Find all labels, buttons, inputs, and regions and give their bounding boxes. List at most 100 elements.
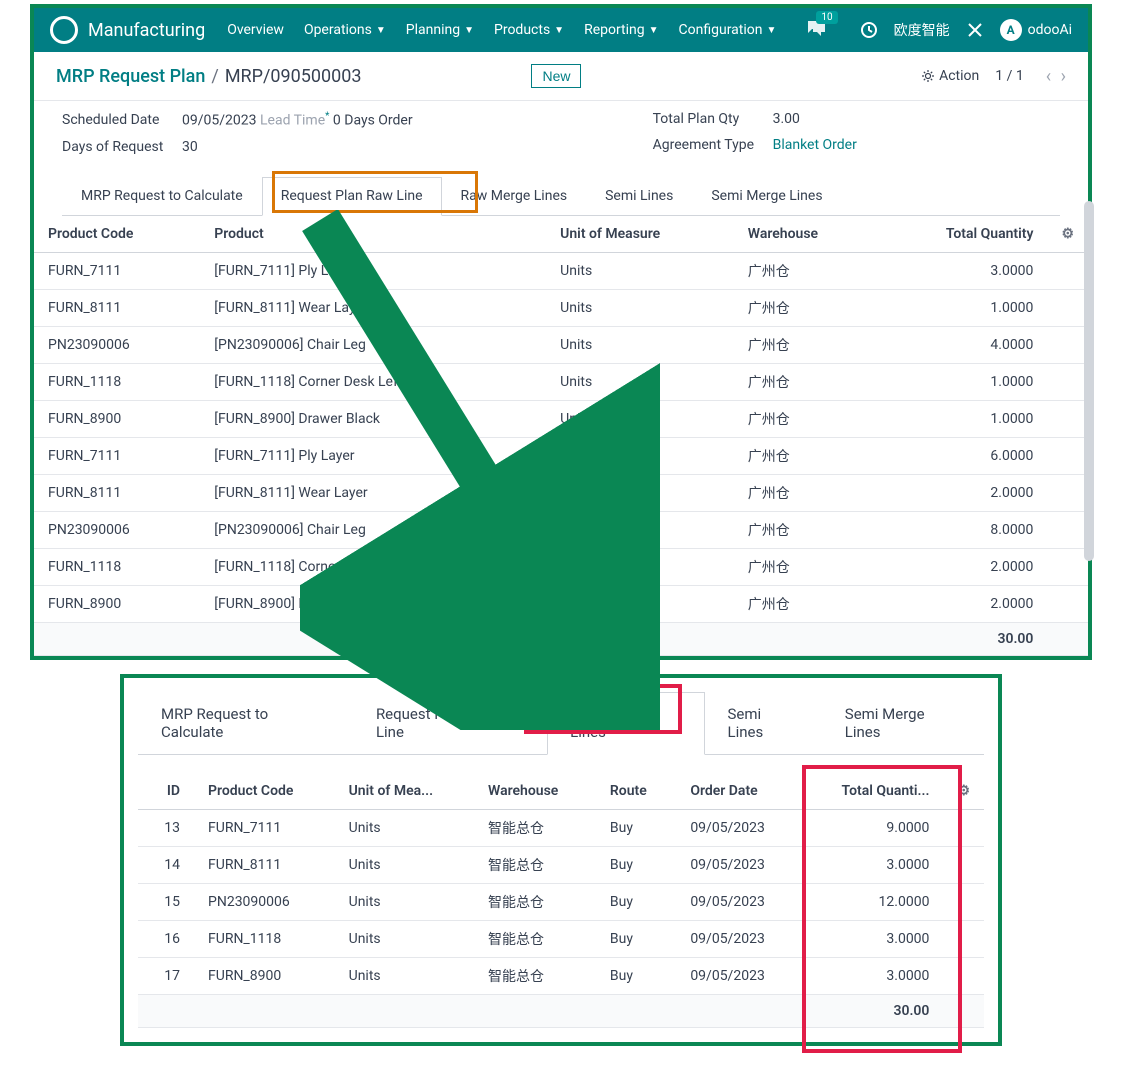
nav-reporting-label: Reporting xyxy=(584,22,645,38)
table-row[interactable]: FURN_8900 [FURN_8900] Drawer Black Units… xyxy=(34,400,1088,437)
pager-next[interactable]: › xyxy=(1061,66,1066,87)
col-product-code[interactable]: Product Code xyxy=(34,216,200,253)
tab2-mrp-request-calculate[interactable]: MRP Request to Calculate xyxy=(138,692,353,754)
table-row[interactable]: FURN_8900 [FURN_8900] Drawer Black Un 广州… xyxy=(34,585,1088,622)
cell-warehouse: 广州仓 xyxy=(734,363,878,400)
cell-date: 09/05/2023 xyxy=(676,883,803,920)
breadcrumb-link[interactable]: MRP Request Plan xyxy=(56,66,205,87)
user-menu[interactable]: A odooAi xyxy=(1000,19,1072,41)
cell-uom: Units xyxy=(335,883,474,920)
lead-star-icon: * xyxy=(325,111,329,122)
nav-products[interactable]: Products▼ xyxy=(494,22,564,38)
cell-warehouse: 广州仓 xyxy=(734,437,878,474)
cell-uom: Units xyxy=(546,437,734,474)
tools-button[interactable] xyxy=(966,21,984,39)
col-options[interactable]: ⚙ xyxy=(1047,216,1088,253)
cell-qty: 4.0000 xyxy=(878,326,1048,363)
tab2-semi-lines[interactable]: Semi Lines xyxy=(705,692,822,754)
cell-product: [FURN_8900] Drawer Black xyxy=(200,585,546,622)
tab-semi-merge-lines[interactable]: Semi Merge Lines xyxy=(692,177,841,215)
cell-warehouse: 广州仓 xyxy=(734,326,878,363)
table-row[interactable]: PN23090006 [PN23090006] Chair Leg 广州仓 8.… xyxy=(34,511,1088,548)
cell-route: Buy xyxy=(596,846,676,883)
scrollbar[interactable] xyxy=(1084,201,1094,561)
cell-route: Buy xyxy=(596,883,676,920)
cell-date: 09/05/2023 xyxy=(676,920,803,957)
logo-icon[interactable] xyxy=(50,16,78,44)
cell-qty: 1.0000 xyxy=(878,400,1048,437)
table-row[interactable]: FURN_8111 [FURN_8111] Wear Layer Units 广… xyxy=(34,289,1088,326)
col-id[interactable]: ID xyxy=(138,773,194,810)
tab2-semi-merge-lines[interactable]: Semi Merge Lines xyxy=(822,692,984,754)
tab2-request-plan-raw-line[interactable]: Request Plan Raw Line xyxy=(353,692,547,754)
col-options[interactable]: ⚙ xyxy=(943,773,984,810)
cell-code: FURN_8111 xyxy=(34,289,200,326)
table-row[interactable]: 14 FURN_8111 Units 智能总仓 Buy 09/05/2023 3… xyxy=(138,846,984,883)
col-route[interactable]: Route xyxy=(596,773,676,810)
col-uom[interactable]: Unit of Measure xyxy=(546,216,734,253)
col-order-date[interactable]: Order Date xyxy=(676,773,803,810)
table-row[interactable]: FURN_1118 [FURN_1118] Corner Desk Left S… xyxy=(34,363,1088,400)
avatar-icon: A xyxy=(1000,19,1022,41)
tab-semi-lines[interactable]: Semi Lines xyxy=(586,177,692,215)
table-row[interactable]: FURN_7111 [FURN_7111] Ply Layer Units 广州… xyxy=(34,252,1088,289)
cell-route: Buy xyxy=(596,920,676,957)
new-button[interactable]: New xyxy=(531,64,581,88)
scheduled-date-label: Scheduled Date xyxy=(62,112,182,128)
nav-overview-label: Overview xyxy=(227,22,284,38)
tab-mrp-request-calculate[interactable]: MRP Request to Calculate xyxy=(62,177,262,215)
total-plan-value: 3.00 xyxy=(773,111,800,127)
nav-reporting[interactable]: Reporting ▼ xyxy=(584,22,658,38)
caret-down-icon: ▼ xyxy=(554,25,564,36)
pager[interactable]: 1 / 1 xyxy=(995,68,1023,84)
table-row[interactable]: 15 PN23090006 Units 智能总仓 Buy 09/05/2023 … xyxy=(138,883,984,920)
col-warehouse[interactable]: Warehouse xyxy=(734,216,878,253)
cell-qty: 3.0000 xyxy=(803,957,943,994)
cell-qty: 3.0000 xyxy=(803,846,943,883)
cell-uom: Units xyxy=(335,846,474,883)
col-uom[interactable]: Unit of Mea... xyxy=(335,773,474,810)
activity-button[interactable] xyxy=(860,21,878,39)
table-row[interactable]: 16 FURN_1118 Units 智能总仓 Buy 09/05/2023 3… xyxy=(138,920,984,957)
cell-qty: 8.0000 xyxy=(878,511,1048,548)
table-row[interactable]: FURN_1118 [FURN_1118] Corner Desk Left S… xyxy=(34,548,1088,585)
cell-product: [FURN_7111] Ply Layer xyxy=(200,437,546,474)
nav-planning[interactable]: Planning▼ xyxy=(406,22,474,38)
cell-warehouse: 智能总仓 xyxy=(474,920,596,957)
col-total-qty[interactable]: Total Quantity xyxy=(878,216,1048,253)
table-row[interactable]: FURN_7111 [FURN_7111] Ply Layer Units 广州… xyxy=(34,437,1088,474)
cell-uom: Units xyxy=(546,252,734,289)
lead-time-label: Lead Time xyxy=(260,113,325,129)
cell-product: [PN23090006] Chair Leg xyxy=(200,326,546,363)
col-product[interactable]: Product xyxy=(200,216,546,253)
cell-code: FURN_7111 xyxy=(34,437,200,474)
cell-uom xyxy=(546,511,734,548)
chat-button[interactable]: 10 xyxy=(806,19,826,41)
agreement-value[interactable]: Blanket Order xyxy=(773,137,857,153)
col-product-code[interactable]: Product Code xyxy=(194,773,335,810)
navbar-brand[interactable]: Manufacturing xyxy=(88,20,205,41)
cell-uom: Units xyxy=(546,326,734,363)
cell-date: 09/05/2023 xyxy=(676,846,803,883)
table-row[interactable]: 17 FURN_8900 Units 智能总仓 Buy 09/05/2023 3… xyxy=(138,957,984,994)
table-row[interactable]: PN23090006 [PN23090006] Chair Leg Units … xyxy=(34,326,1088,363)
tab-raw-merge-lines[interactable]: Raw Merge Lines xyxy=(442,177,587,215)
col-warehouse[interactable]: Warehouse xyxy=(474,773,596,810)
nav-operations[interactable]: Operations▼ xyxy=(304,22,386,38)
cell-qty: 3.0000 xyxy=(878,252,1048,289)
cell-code: FURN_1118 xyxy=(34,363,200,400)
user-label: odooAi xyxy=(1028,22,1072,38)
nav-configuration[interactable]: Configuration▼ xyxy=(679,22,777,38)
company-selector[interactable]: 欧度智能 xyxy=(894,20,950,40)
cell-product: [FURN_8111] Wear Layer xyxy=(200,289,546,326)
table-row[interactable]: FURN_8111 [FURN_8111] Wear Layer nits 广州… xyxy=(34,474,1088,511)
table-row[interactable]: 13 FURN_7111 Units 智能总仓 Buy 09/05/2023 9… xyxy=(138,809,984,846)
action-button[interactable]: Action xyxy=(921,68,979,84)
col-total-qty[interactable]: Total Quanti... xyxy=(803,773,943,810)
caret-down-icon: ▼ xyxy=(649,25,659,36)
cell-code: FURN_8900 xyxy=(34,400,200,437)
tab-request-plan-raw-line[interactable]: Request Plan Raw Line xyxy=(262,177,442,216)
pager-prev[interactable]: ‹ xyxy=(1046,66,1051,87)
tab2-raw-merge-lines[interactable]: Raw Merge Lines xyxy=(547,692,704,755)
nav-overview[interactable]: Overview xyxy=(227,22,284,38)
